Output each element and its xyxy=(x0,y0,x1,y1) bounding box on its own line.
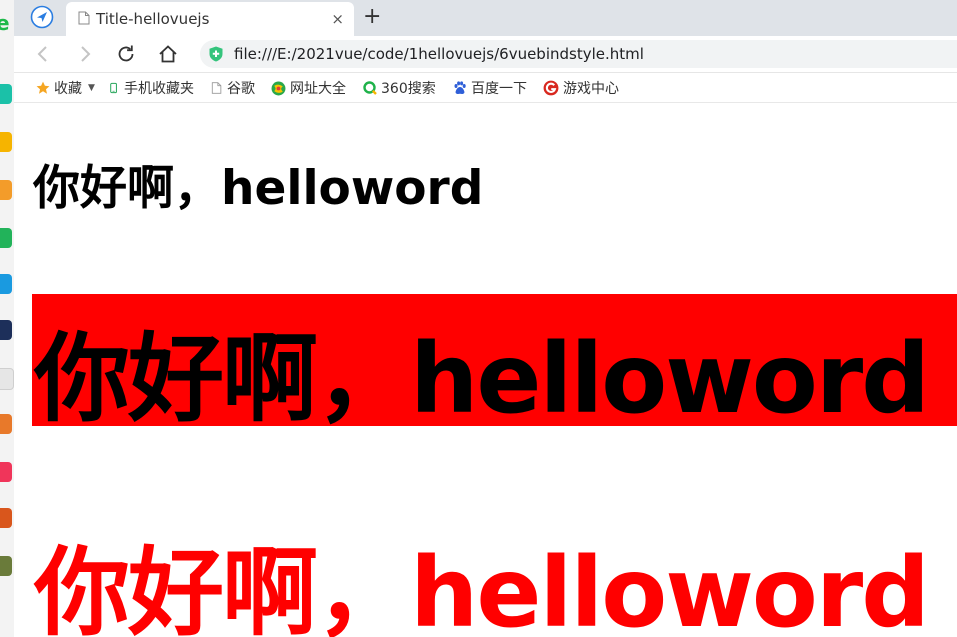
toolbar: file:///E:/2021vue/code/1hellovuejs/6vue… xyxy=(14,36,957,73)
page-content: 你好啊，helloword 你好啊，helloword 你好啊，hellowor… xyxy=(14,103,957,637)
reload-icon[interactable] xyxy=(115,43,137,65)
app-icon-pink[interactable] xyxy=(0,462,12,482)
app-icon-game-2[interactable] xyxy=(0,556,12,576)
bookmark-game-center[interactable]: 游戏中心 xyxy=(543,79,619,97)
app-icon-orange[interactable] xyxy=(0,414,12,434)
bookmarks-bar: 收藏 ▼ 手机收藏夹 谷歌 网址大全 360搜索 百度一下 游戏中心 xyxy=(14,73,957,103)
bookmark-label: 谷歌 xyxy=(227,81,255,97)
tab-strip: Title-hellovuejs × + xyxy=(14,0,957,36)
tab-active[interactable]: Title-hellovuejs × xyxy=(66,2,354,36)
chevron-down-icon[interactable]: ▼ xyxy=(88,83,95,93)
browser-window: e Title-hellovuejs × + xyxy=(0,0,957,637)
bookmark-label: 360搜索 xyxy=(381,81,436,97)
app-icon-green[interactable] xyxy=(0,228,12,248)
bookmark-favorites[interactable]: 收藏 ▼ xyxy=(36,79,95,97)
heading-red-background: 你好啊，helloword xyxy=(32,294,957,426)
home-icon[interactable] xyxy=(157,43,179,65)
page-icon xyxy=(211,82,222,94)
url-text[interactable]: file:///E:/2021vue/code/1hellovuejs/6vue… xyxy=(234,45,644,63)
bookmark-label: 百度一下 xyxy=(471,81,527,97)
bookmark-mobile-favorites[interactable]: 手机收藏夹 xyxy=(110,79,194,97)
bookmark-label: 手机收藏夹 xyxy=(124,81,194,97)
app-icon-blue[interactable] xyxy=(0,274,12,294)
app-icon-teal[interactable] xyxy=(0,84,12,104)
heading-red-background-text: 你好啊，helloword xyxy=(34,323,930,426)
bookmark-label: 游戏中心 xyxy=(563,81,619,97)
ie-app-icon[interactable]: e xyxy=(0,11,12,35)
bookmark-label: 收藏 xyxy=(54,81,82,97)
bookmark-url-directory[interactable]: 网址大全 xyxy=(271,79,346,97)
address-bar[interactable]: file:///E:/2021vue/code/1hellovuejs/6vue… xyxy=(200,40,957,68)
search-360-icon xyxy=(363,81,377,95)
compass-icon[interactable] xyxy=(30,5,54,29)
app-icon-navy[interactable] xyxy=(0,320,12,340)
heading-red-text: 你好啊，helloword xyxy=(34,537,930,637)
bookmark-google[interactable]: 谷歌 xyxy=(211,79,255,97)
weibo-icon[interactable] xyxy=(0,180,12,200)
close-icon[interactable]: × xyxy=(331,10,344,28)
side-app-rail: e xyxy=(0,0,15,637)
game-center-icon xyxy=(543,80,559,96)
svg-text:e: e xyxy=(0,14,10,34)
shield-icon[interactable] xyxy=(208,46,224,62)
forward-icon[interactable] xyxy=(74,43,96,65)
bookmark-360-search[interactable]: 360搜索 xyxy=(363,79,436,97)
app-icon-star[interactable] xyxy=(0,132,12,152)
globe-icon xyxy=(271,81,286,95)
back-icon[interactable] xyxy=(32,43,54,65)
tab-title: Title-hellovuejs xyxy=(96,10,210,28)
heading-plain: 你好啊，helloword xyxy=(33,161,484,216)
bookmark-label: 网址大全 xyxy=(290,81,346,97)
new-tab-button[interactable]: + xyxy=(363,4,381,30)
app-icon-game-1[interactable] xyxy=(0,508,12,528)
baidu-paw-icon xyxy=(454,81,466,95)
page-icon xyxy=(78,11,90,25)
phone-icon xyxy=(110,82,117,94)
app-icon-doc[interactable] xyxy=(0,368,14,390)
star-icon xyxy=(36,81,50,94)
bookmark-baidu[interactable]: 百度一下 xyxy=(453,79,527,97)
